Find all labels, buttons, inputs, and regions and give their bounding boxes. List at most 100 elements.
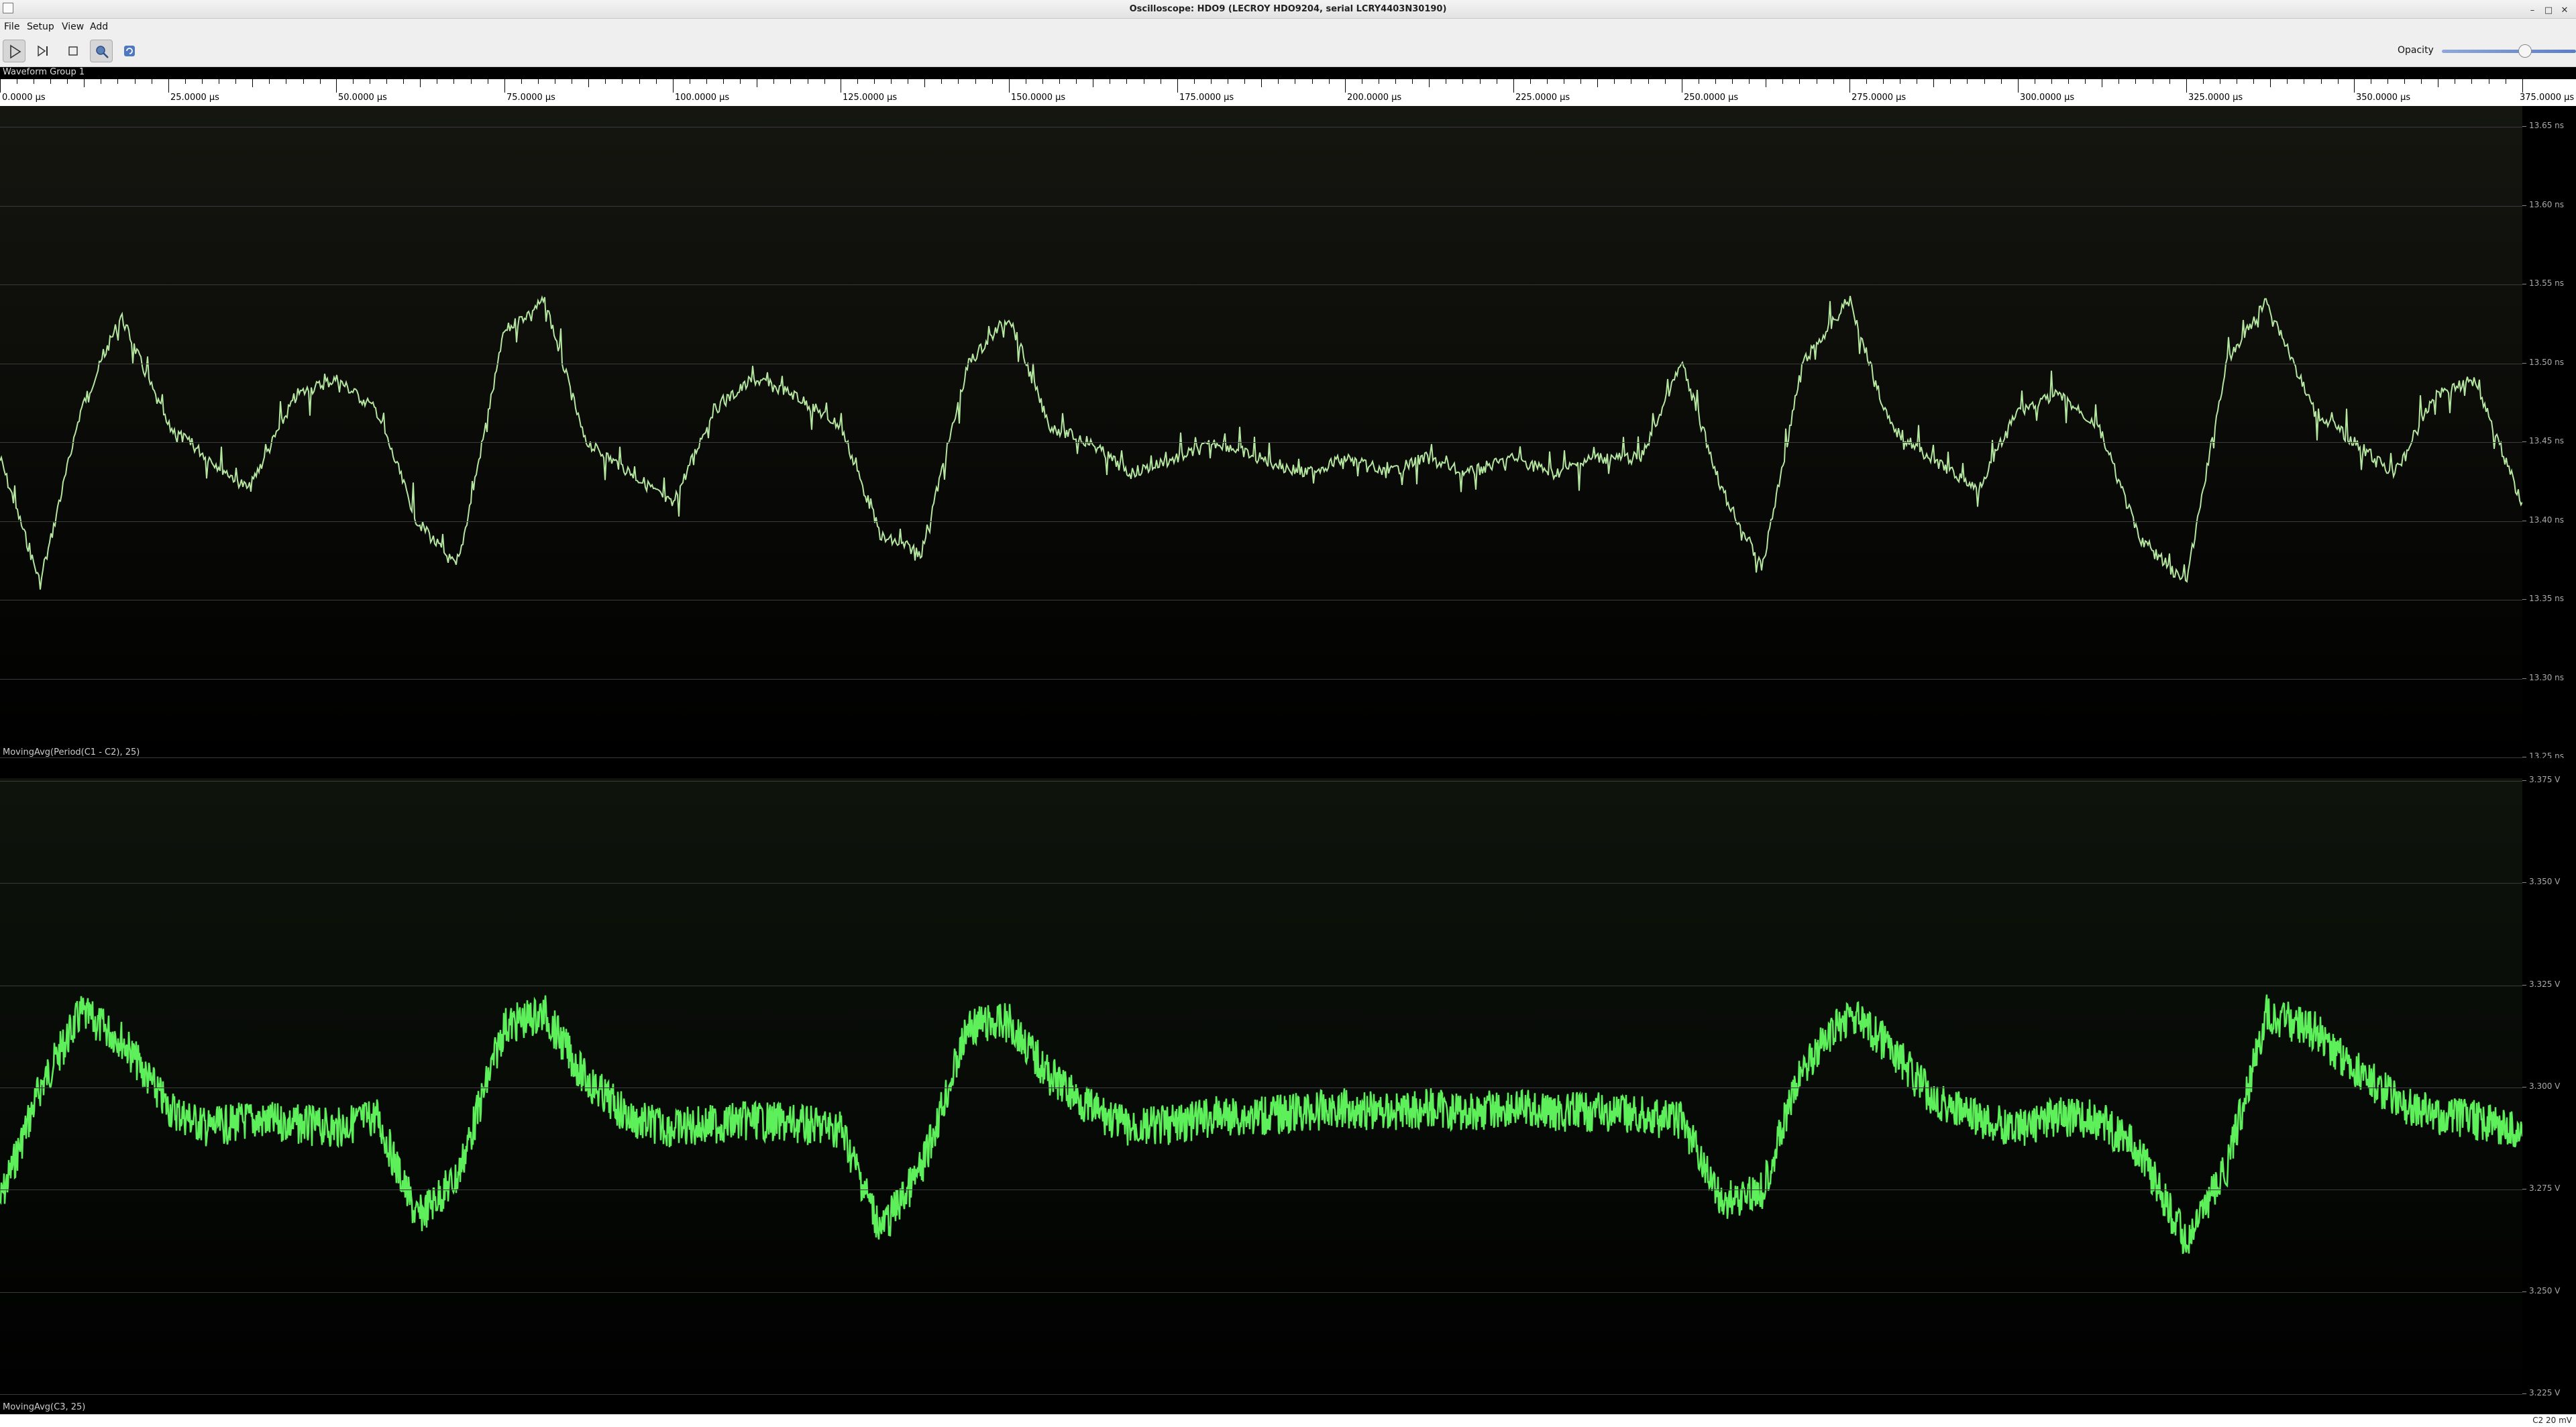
time-minor-tick	[2321, 79, 2322, 84]
time-major-tick	[1345, 79, 1346, 93]
time-tick-label: 75.0000 µs	[506, 93, 555, 103]
time-minor-tick	[320, 79, 321, 84]
voltage-gridline	[0, 781, 2522, 782]
period-y-tick-label: 13.45 ns	[2522, 436, 2565, 445]
time-minor-tick	[891, 79, 892, 84]
time-minor-tick	[252, 79, 253, 87]
time-tick-label: 350.0000 µs	[2356, 93, 2411, 103]
status-bar: C2 20 mV	[0, 1414, 2576, 1427]
time-tick-label: 225.0000 µs	[1515, 93, 1570, 103]
time-minor-tick	[2135, 79, 2136, 84]
time-major-tick	[168, 79, 169, 93]
time-tick-label: 300.0000 µs	[2020, 93, 2075, 103]
time-minor-tick	[2471, 79, 2472, 84]
time-minor-tick	[588, 79, 589, 87]
voltage-series-line	[0, 994, 2522, 1255]
time-minor-tick	[1278, 79, 1279, 84]
toolbar: Opacity	[0, 36, 2576, 67]
time-minor-tick	[874, 79, 875, 84]
maximize-icon[interactable]: □	[2542, 5, 2555, 17]
refresh-button[interactable]	[118, 40, 141, 62]
time-minor-tick	[992, 79, 993, 84]
time-minor-tick	[790, 79, 791, 84]
refresh-icon	[124, 46, 135, 56]
menu-setup[interactable]: Setup	[27, 19, 54, 36]
time-major-tick	[336, 79, 337, 93]
time-minor-tick	[857, 79, 858, 84]
time-minor-tick	[67, 79, 68, 84]
time-tick-label: 125.0000 µs	[843, 93, 898, 103]
time-minor-tick	[2118, 79, 2119, 84]
time-minor-tick	[50, 79, 51, 84]
time-minor-tick	[1799, 79, 1800, 84]
voltage-y-axis[interactable]: 3.375 V 3.350 V 3.325 V 3.300 V 3.275 V 3.250…	[2522, 775, 2576, 1414]
time-minor-tick	[1211, 79, 1212, 84]
time-major-tick	[2354, 79, 2355, 93]
time-minor-tick	[1194, 79, 1195, 84]
time-minor-tick	[453, 79, 454, 84]
opacity-label: Opacity	[2398, 45, 2434, 56]
stop-trigger-button[interactable]	[62, 40, 85, 62]
time-major-tick	[2186, 79, 2187, 93]
time-minor-tick	[2387, 79, 2388, 84]
time-minor-tick	[1126, 79, 1127, 84]
time-tick-label: 275.0000 µs	[1851, 93, 1907, 103]
voltage-gridline	[0, 1291, 2522, 1293]
time-minor-tick	[1412, 79, 1413, 84]
time-minor-tick	[303, 79, 304, 84]
opacity-slider[interactable]	[2442, 50, 2576, 53]
time-minor-tick	[1597, 79, 1598, 87]
time-tick-label: 250.0000 µs	[1684, 93, 1739, 103]
time-major-tick	[1849, 79, 1850, 93]
single-trigger-button[interactable]	[32, 40, 55, 62]
start-trigger-button[interactable]	[3, 40, 25, 62]
menu-add[interactable]: Add	[90, 19, 108, 36]
zoom-button[interactable]	[90, 40, 113, 62]
time-major-tick	[2522, 79, 2523, 93]
time-minor-tick	[2001, 79, 2002, 84]
time-minor-tick	[353, 79, 354, 84]
time-minor-tick	[941, 79, 942, 84]
time-tick-label: 50.0000 µs	[338, 93, 387, 103]
minimize-icon[interactable]: –	[2526, 5, 2538, 17]
time-minor-tick	[773, 79, 774, 84]
time-minor-tick	[1715, 79, 1716, 84]
period-y-tick-label: 13.35 ns	[2522, 594, 2565, 603]
period-y-tick-label: 13.55 ns	[2522, 278, 2565, 288]
time-major-tick	[673, 79, 674, 93]
plot-separator[interactable]	[0, 758, 2576, 778]
time-minor-tick	[1950, 79, 1951, 84]
time-minor-tick	[1648, 79, 1649, 84]
time-tick-label: 25.0000 µs	[170, 93, 219, 103]
time-minor-tick	[924, 79, 925, 87]
time-minor-tick	[1480, 79, 1481, 84]
time-minor-tick	[706, 79, 707, 84]
menu-file[interactable]: File	[4, 19, 19, 36]
opacity-slider-handle[interactable]	[2518, 44, 2532, 58]
period-y-tick-label: 13.30 ns	[2522, 672, 2565, 682]
voltage-y-tick-label: 3.375 V	[2522, 775, 2561, 784]
voltage-plot[interactable]	[0, 778, 2522, 1412]
time-minor-tick	[1967, 79, 1968, 84]
voltage-gridline	[0, 1393, 2522, 1395]
period-plot-label: MovingAvg(Period(C1 - C2), 25)	[3, 747, 140, 757]
period-gridline	[0, 205, 2522, 207]
period-gridline	[0, 521, 2522, 522]
time-minor-tick	[1244, 79, 1245, 84]
time-minor-tick	[185, 79, 186, 84]
time-minor-tick	[1749, 79, 1750, 84]
window-title: Oscilloscope: HDO9 (LECROY HDO9204, seri…	[1129, 4, 1447, 14]
period-y-axis[interactable]: 13.65 ns 13.60 ns 13.55 ns 13.50 ns 13.45 ns…	[2522, 106, 2576, 761]
time-minor-tick	[521, 79, 522, 84]
time-minor-tick	[740, 79, 741, 84]
close-icon[interactable]: ✕	[2559, 5, 2571, 17]
time-minor-tick	[2085, 79, 2086, 84]
time-minor-tick	[117, 79, 118, 84]
time-minor-tick	[958, 79, 959, 84]
time-minor-tick	[1395, 79, 1396, 84]
period-plot[interactable]	[0, 106, 2522, 758]
menu-view[interactable]: View	[62, 19, 84, 36]
period-y-tick-label: 13.50 ns	[2522, 357, 2565, 367]
time-minor-tick	[135, 79, 136, 84]
time-axis[interactable]: 0.0000 µs 25.0000 µs 50.0000 µs 75.0000 µs 1…	[0, 79, 2576, 106]
